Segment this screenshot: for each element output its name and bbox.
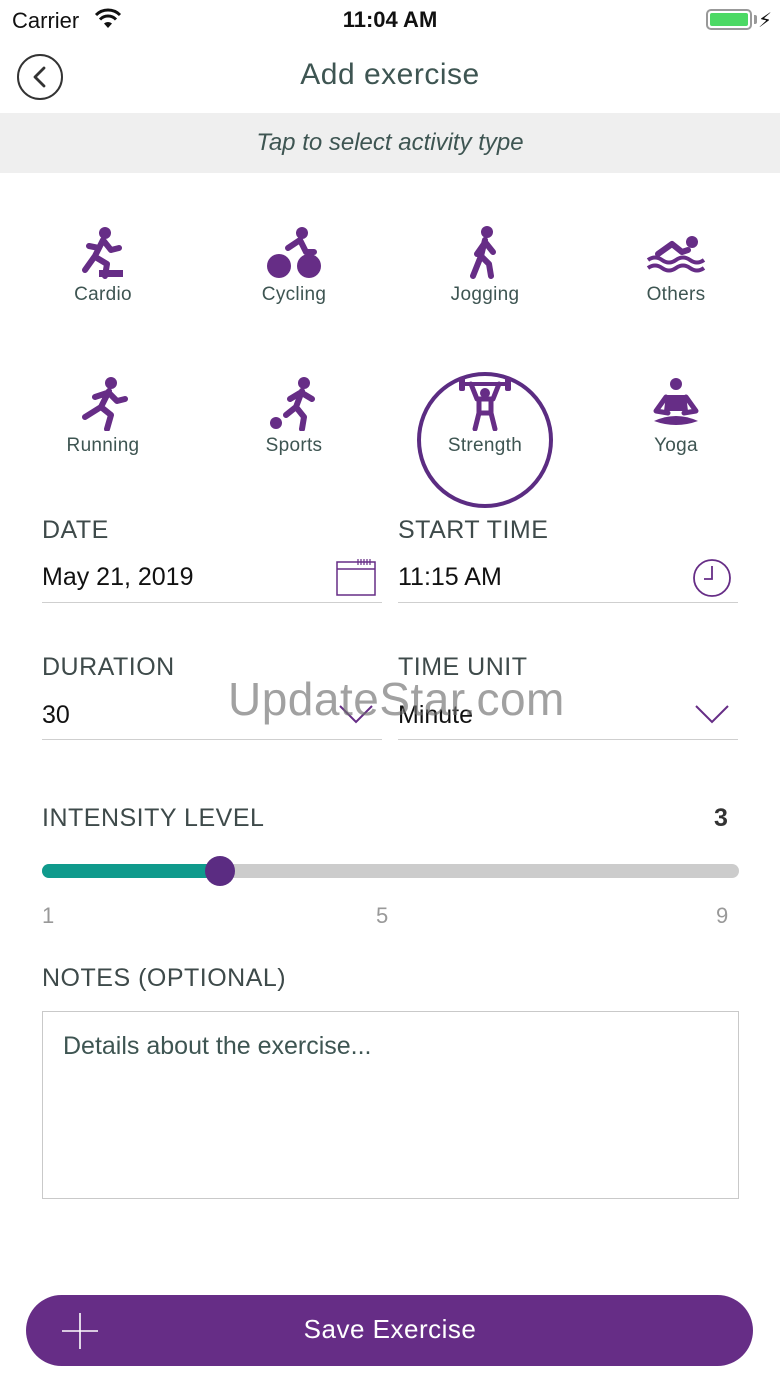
activity-sports[interactable]: Sports [219,377,369,497]
activity-running[interactable]: Running [28,377,178,497]
activity-label: Jogging [450,284,520,305]
weightlifting-icon [459,377,511,431]
tick-max: 9 [716,903,729,928]
status-bar: Carrier 11:04 AM ⚡︎ [0,0,780,40]
sports-icon [270,377,315,431]
duration-underline [42,739,382,740]
battery-tip [754,15,757,24]
activity-strength[interactable]: Strength [410,372,560,508]
calendar-icon[interactable] [336,558,376,596]
tick-min: 1 [42,903,55,928]
activity-cycling[interactable]: Cycling [219,226,369,346]
tick-mid: 5 [376,903,389,928]
intensity-value: 3 [714,804,728,832]
notes-textarea[interactable]: Details about the exercise... [42,1011,739,1199]
jogging-icon [470,226,496,279]
save-exercise-button[interactable]: Save Exercise [26,1295,753,1366]
clock-icon[interactable] [692,558,732,598]
cardio-icon [82,227,123,279]
cycling-icon [267,227,321,278]
swimming-icon [646,236,706,273]
notes-label: NOTES (OPTIONAL) [42,964,287,992]
date-underline [42,602,382,603]
duration-label: DURATION [42,653,175,681]
activity-label: Sports [265,435,323,456]
save-button-label: Save Exercise [303,1314,477,1344]
slider-thumb[interactable] [205,856,236,886]
start-time-field[interactable]: 11:15 AM [398,563,502,592]
chevron-down-icon[interactable] [694,704,730,724]
activity-yoga[interactable]: Yoga [601,377,751,497]
activity-label: Cardio [74,284,132,305]
header: Add exercise [0,40,780,112]
activity-type-hint: Tap to select activity type [0,113,780,173]
running-icon [82,377,128,431]
intensity-slider[interactable] [42,864,739,878]
activity-label: Others [646,284,706,305]
chevron-down-icon[interactable] [338,704,374,724]
clock: 11:04 AM [342,7,438,32]
activity-label: Yoga [654,435,698,456]
start-time-label: START TIME [398,516,549,544]
notes-placeholder: Details about the exercise... [63,1032,372,1060]
start-time-underline [398,602,738,603]
activity-others[interactable]: Others [601,226,751,346]
intensity-label: INTENSITY LEVEL [42,804,265,832]
activity-label: Cycling [261,284,327,305]
time-unit-select[interactable]: Minute [398,701,473,730]
battery-icon [706,9,752,30]
time-unit-underline [398,739,738,740]
activity-label: Strength [447,435,523,456]
time-unit-label: TIME UNIT [398,653,528,681]
yoga-icon [653,378,699,425]
page-title: Add exercise [300,58,480,91]
activity-jogging[interactable]: Jogging [410,226,560,346]
activity-label: Running [66,435,140,456]
duration-field[interactable]: 30 [42,701,70,730]
date-label: DATE [42,516,109,544]
slider-fill [42,864,221,878]
activity-cardio[interactable]: Cardio [28,226,178,346]
date-field[interactable]: May 21, 2019 [42,563,194,592]
charging-icon: ⚡︎ [757,10,772,32]
